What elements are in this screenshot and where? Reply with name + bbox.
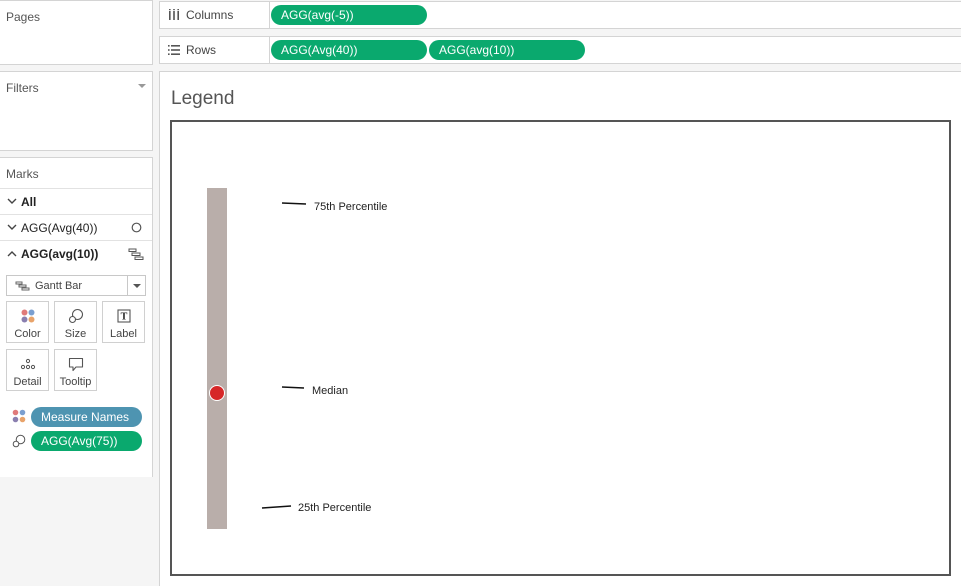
marks-row-agg-avg-40[interactable]: AGG(Avg(40)) [0, 214, 152, 240]
columns-icon [168, 9, 180, 21]
marks-card: Marks All AGG(Avg(40)) AGG(avg(10)) Gant… [0, 157, 153, 477]
left-panel: Pages Filters Marks All AGG(Avg(40)) AGG… [0, 0, 155, 586]
p25-leader-line [261, 505, 292, 509]
gantt-bar-icon [15, 281, 31, 291]
agg-avg-75-pill[interactable]: AGG(Avg(75)) [31, 431, 142, 451]
size-button-label: Size [64, 328, 87, 340]
rows-shelf-label: Rows [160, 37, 270, 63]
chevron-down-icon[interactable] [3, 224, 21, 231]
columns-label: Columns [186, 8, 234, 22]
p75-label: 75th Percentile [314, 201, 387, 213]
columns-pill-agg-avg-neg5[interactable]: AGG(avg(-5)) [271, 5, 427, 25]
mark-type-dropdown[interactable] [127, 276, 145, 295]
circle-mark-icon [131, 222, 142, 236]
svg-text:T: T [120, 313, 127, 323]
p25-label: 25th Percentile [298, 502, 371, 514]
columns-shelf[interactable]: Columns AGG(avg(-5)) [159, 1, 961, 29]
color-button-label: Color [14, 328, 41, 340]
rows-shelf[interactable]: Rows AGG(Avg(40)) AGG(avg(10)) [159, 36, 961, 64]
gantt-bar [207, 188, 227, 529]
detail-button-label: Detail [13, 376, 42, 388]
pages-title: Pages [6, 10, 41, 24]
median-label: Median [312, 385, 348, 397]
chevron-down-icon [132, 283, 141, 288]
rows-pill-agg-avg-10[interactable]: AGG(avg(10)) [429, 40, 585, 60]
filters-title: Filters [6, 81, 39, 95]
text-label-icon: T [116, 308, 131, 324]
speech-bubble-icon [68, 356, 84, 372]
rows-icon [168, 44, 180, 56]
filters-dropdown-icon[interactable] [138, 84, 146, 88]
columns-shelf-label: Columns [160, 2, 270, 28]
pill-label: AGG(avg(10)) [439, 43, 515, 57]
color-dots-icon [12, 409, 26, 426]
view-canvas[interactable]: Legend 75th Percentile Median 25th Perce… [159, 71, 961, 586]
tooltip-button[interactable]: Tooltip [54, 349, 97, 391]
marks-row-label: AGG(Avg(40)) [21, 220, 98, 235]
marks-row-label: All [21, 194, 37, 209]
chevron-up-icon[interactable] [3, 250, 21, 257]
pages-card[interactable]: Pages [0, 0, 153, 65]
marks-row-all[interactable]: All [0, 188, 152, 214]
legend-graphic: 75th Percentile Median 25th Percentile [207, 188, 387, 529]
tooltip-button-label: Tooltip [59, 376, 92, 388]
detail-dots-icon [20, 356, 36, 372]
rows-label: Rows [186, 43, 217, 57]
view-title: Legend [171, 88, 235, 109]
rows-pill-agg-avg-40[interactable]: AGG(Avg(40)) [271, 40, 427, 60]
pill-label: AGG(Avg(75)) [41, 434, 118, 448]
pill-label: AGG(avg(-5)) [281, 8, 354, 22]
color-button[interactable]: Color [6, 301, 49, 343]
label-button-label: Label [110, 328, 137, 340]
p75-leader-line [281, 202, 307, 205]
color-dots-icon [20, 308, 36, 324]
chevron-down-icon[interactable] [3, 198, 21, 205]
mark-type-label: Gantt Bar [35, 279, 83, 292]
median-leader-line [281, 386, 305, 389]
marks-title: Marks [6, 167, 39, 181]
filters-card[interactable]: Filters [0, 71, 153, 151]
marks-row-label: AGG(avg(10)) [21, 246, 99, 261]
label-button[interactable]: T Label [102, 301, 145, 343]
legend-frame: 75th Percentile Median 25th Percentile [170, 120, 951, 576]
gantt-mark-icon [128, 248, 144, 263]
median-dot [209, 385, 225, 401]
mark-type-select[interactable]: Gantt Bar [6, 275, 146, 296]
detail-button[interactable]: Detail [6, 349, 49, 391]
pill-label: Measure Names [41, 410, 130, 424]
size-circles-icon [68, 308, 84, 324]
pill-label: AGG(Avg(40)) [281, 43, 358, 57]
size-circles-icon [12, 434, 26, 451]
measure-names-pill[interactable]: Measure Names [31, 407, 142, 427]
marks-row-agg-avg-10[interactable]: AGG(avg(10)) [0, 240, 152, 266]
size-button[interactable]: Size [54, 301, 97, 343]
